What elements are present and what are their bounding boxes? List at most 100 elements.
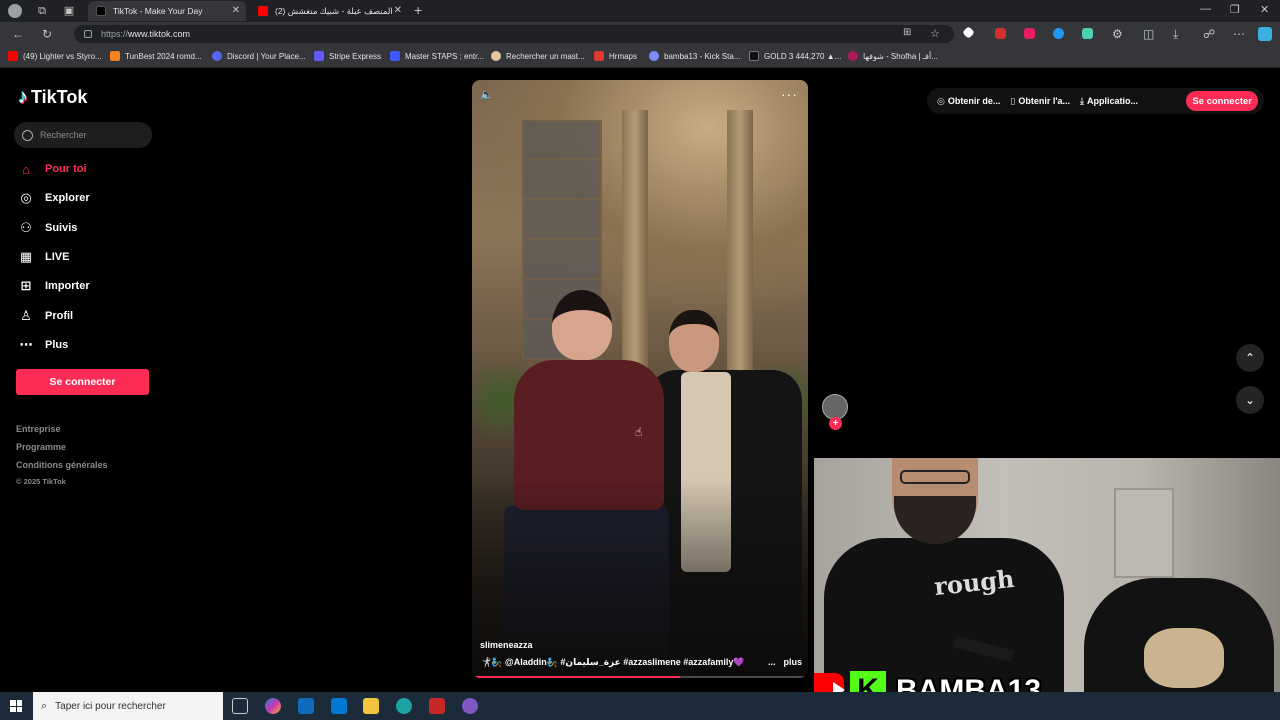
bookmark-item[interactable]: bamba13 - Kick Sta... xyxy=(649,51,740,61)
workspaces-icon[interactable]: ⧉ xyxy=(35,4,49,18)
nav-item-live[interactable]: ▦ LIVE xyxy=(18,249,70,265)
address-bar-row: ← ↻ https://www.tiktok.com ⊞ ☆ ⚙ ◫ ⤓ ☍ ⋯ xyxy=(0,22,1280,46)
bookmark-item[interactable]: Hrmaps xyxy=(594,51,637,61)
kick-logo-icon: K xyxy=(850,671,886,692)
bookmark-label: Discord | Your Place... xyxy=(227,51,306,61)
search-input[interactable]: Rechercher xyxy=(14,122,152,148)
tab-youtube[interactable]: (2) المنصف عبلة - شبيك متغشش ✕ xyxy=(250,1,408,21)
bookmark-item[interactable]: Rechercher un mast... xyxy=(491,51,585,61)
copilot-icon[interactable] xyxy=(265,698,281,714)
bookmark-item[interactable]: TunBest 2024 romd... xyxy=(110,51,202,61)
video-player[interactable]: 🔈 ··· ☝ slimeneazza 🤺🧞 @Aladdin🧞 #عزة_سل… xyxy=(472,80,808,678)
extension-icon[interactable] xyxy=(1024,28,1035,39)
bookmark-label: GOLD 3 444,270 ▲... xyxy=(764,51,842,61)
tab-tiktok[interactable]: TikTok - Make Your Day ✕ xyxy=(88,1,246,21)
menu-icon[interactable]: ⋯ xyxy=(1233,27,1245,41)
live-icon: ▦ xyxy=(19,249,33,264)
tab-actions-icon[interactable]: ▣ xyxy=(62,4,76,18)
nav-label: Explorer xyxy=(45,192,90,204)
volume-icon[interactable]: 🔈 xyxy=(480,88,494,102)
action-label: Applicatio... xyxy=(1086,95,1138,106)
get-coins-button[interactable]: ◎ Obtenir de... xyxy=(937,96,1000,107)
back-icon[interactable]: ← xyxy=(12,27,24,41)
url-field[interactable]: https://www.tiktok.com xyxy=(74,25,954,43)
bookmark-item[interactable]: (49) Lighter vs Styro... xyxy=(8,51,102,61)
copilot-icon[interactable] xyxy=(1258,27,1272,41)
nav-label: Importer xyxy=(45,280,90,292)
profile-avatar[interactable] xyxy=(8,4,22,18)
footer-link-conditions[interactable]: Conditions générales xyxy=(16,460,108,470)
task-view-icon[interactable] xyxy=(232,698,248,714)
minimize-icon[interactable]: — xyxy=(1200,3,1211,15)
extension-icon[interactable] xyxy=(1082,28,1093,39)
site-info-icon[interactable] xyxy=(84,30,92,38)
nav-item-plus[interactable]: ⋯ Plus xyxy=(18,337,69,353)
video-progress-bar[interactable] xyxy=(472,676,808,678)
tiktok-favicon xyxy=(96,6,106,16)
restore-icon[interactable]: ❐ xyxy=(1230,3,1240,16)
nav-item-explorer[interactable]: ◎ Explorer xyxy=(18,190,90,206)
bookmark-label: Stripe Express xyxy=(329,51,382,61)
extension-icon[interactable] xyxy=(995,28,1006,39)
nav-item-suivis[interactable]: ⚇ Suivis xyxy=(18,220,77,236)
phone-icon: ▯ xyxy=(1010,95,1016,106)
taskbar-search-placeholder: Taper ici pour rechercher xyxy=(55,700,166,712)
bookmark-item[interactable]: Master STAPS : entr... xyxy=(390,51,484,61)
youtube-play-icon xyxy=(833,682,845,692)
file-explorer-icon[interactable] xyxy=(363,698,379,714)
video-author[interactable]: slimeneazza xyxy=(480,640,533,650)
tunbest-icon xyxy=(110,51,120,61)
app-icon[interactable] xyxy=(429,698,445,714)
bookmarks-bar: (49) Lighter vs Styro... TunBest 2024 ro… xyxy=(0,46,1280,68)
performance-icon[interactable]: ☍ xyxy=(1203,27,1215,41)
tab-strip: ⧉ ▣ TikTok - Make Your Day ✕ (2) المنصف … xyxy=(0,0,1280,22)
store-icon[interactable] xyxy=(298,698,314,714)
footer-link-entreprise[interactable]: Entreprise xyxy=(16,424,61,434)
sidebar-login-button[interactable]: Se connecter xyxy=(16,369,149,395)
follow-plus-icon[interactable]: + xyxy=(829,417,842,430)
bookmark-item[interactable]: Discord | Your Place... xyxy=(212,51,306,61)
caption-text[interactable]: 🤺🧞 @Aladdin🧞 #عزة_سليمان #azzaslimene #a… xyxy=(480,657,768,668)
bookmark-item[interactable]: GOLD 3 444,270 ▲... xyxy=(749,51,841,61)
logo-text: TikTok xyxy=(31,87,88,107)
tiktok-logo[interactable]: ♪ TikTok xyxy=(18,86,87,109)
desktop-app-button[interactable]: ⤓ Applicatio... xyxy=(1080,96,1138,107)
close-window-icon[interactable]: ✕ xyxy=(1260,3,1269,16)
discord-icon xyxy=(212,51,222,61)
app-icon[interactable] xyxy=(462,698,478,714)
previous-video-button[interactable]: ⌃ xyxy=(1236,344,1264,372)
url-host: www.tiktok.com xyxy=(128,29,191,39)
bookmark-star-icon[interactable]: ☆ xyxy=(930,27,940,40)
taskbar-search-input[interactable]: ⌕ Taper ici pour rechercher xyxy=(33,692,223,720)
bookmark-label: (49) Lighter vs Styro... xyxy=(23,51,102,61)
header-login-button[interactable]: Se connecter xyxy=(1186,91,1258,111)
footer-link-programme[interactable]: Programme xyxy=(16,442,66,452)
more-options-icon[interactable]: ··· xyxy=(781,86,798,102)
close-tab-icon[interactable]: ✕ xyxy=(394,5,402,16)
nav-item-importer[interactable]: ⊞ Importer xyxy=(18,278,90,294)
caption-more-link[interactable]: plus xyxy=(783,657,802,668)
hrmaps-icon xyxy=(594,51,604,61)
edge-icon[interactable] xyxy=(396,698,412,714)
nav-item-pour-toi[interactable]: ⌂ Pour toi xyxy=(18,161,87,177)
outlook-icon[interactable] xyxy=(331,698,347,714)
action-label: Obtenir l'a... xyxy=(1018,95,1070,106)
close-tab-icon[interactable]: ✕ xyxy=(232,5,240,16)
chevron-up-icon: ⌃ xyxy=(1244,351,1256,365)
split-view-icon[interactable]: ◫ xyxy=(1143,27,1154,41)
nav-item-profil[interactable]: ♙ Profil xyxy=(18,308,73,324)
bookmark-item[interactable]: شوفها - Shofha | أفـ... xyxy=(848,51,938,61)
bookmark-item[interactable]: Stripe Express xyxy=(314,51,381,61)
reader-mode-icon[interactable]: ⊞ xyxy=(903,27,911,38)
next-video-button[interactable]: ⌄ xyxy=(1236,386,1264,414)
profile-icon: ♙ xyxy=(20,308,32,323)
new-tab-button[interactable]: + xyxy=(414,2,422,18)
extension-icon[interactable] xyxy=(962,26,975,39)
downloads-icon[interactable]: ⤓ xyxy=(1173,27,1178,42)
webcam-overlay: rough K BAMBA13 xyxy=(814,458,1280,692)
reload-icon[interactable]: ↻ xyxy=(42,27,52,41)
get-app-button[interactable]: ▯ Obtenir l'a... xyxy=(1010,96,1070,107)
windows-start-icon[interactable] xyxy=(10,700,22,712)
extensions-puzzle-icon[interactable]: ⚙ xyxy=(1112,27,1123,41)
extension-icon[interactable] xyxy=(1053,28,1064,39)
